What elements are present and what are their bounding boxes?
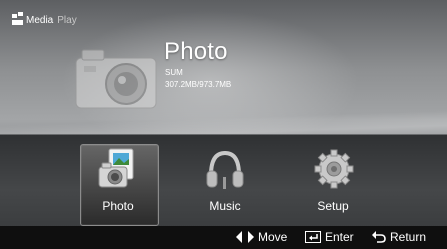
- footer-enter: Enter: [305, 230, 354, 244]
- app-title-suffix: Play: [57, 15, 77, 26]
- return-icon: [372, 231, 386, 243]
- photo-icon: [98, 148, 134, 188]
- footer-help-bar: Move Enter Return: [0, 226, 447, 249]
- device-name: SUM: [165, 68, 183, 77]
- menu-item-music-label: Music: [209, 199, 241, 213]
- menu-item-photo-label: Photo: [102, 199, 134, 213]
- footer-return-label: Return: [390, 230, 427, 244]
- footer-move: Move: [236, 230, 287, 244]
- music-icon: [206, 150, 244, 189]
- media-play-screen: Media Play Photo SUM 307.2MB/973.7MB Pho…: [0, 0, 447, 249]
- footer-return: Return: [372, 230, 426, 244]
- app-header: Media Play: [12, 12, 77, 26]
- menu-item-setup[interactable]: Setup: [293, 147, 373, 213]
- left-right-arrows-icon: [236, 231, 254, 243]
- camera-preview-icon: [75, 49, 157, 109]
- media-play-logo-icon: [12, 12, 23, 25]
- footer-move-label: Move: [258, 230, 288, 244]
- storage-usage: 307.2MB/973.7MB: [165, 80, 232, 89]
- footer-enter-label: Enter: [325, 230, 354, 244]
- setup-icon: [314, 149, 354, 189]
- enter-icon: [305, 231, 321, 243]
- app-title: Media: [26, 15, 54, 26]
- menu-item-music[interactable]: Music: [185, 147, 265, 213]
- preview-title: Photo: [164, 38, 228, 65]
- menu-item-photo[interactable]: Photo: [78, 147, 158, 213]
- menu-item-setup-label: Setup: [317, 199, 349, 213]
